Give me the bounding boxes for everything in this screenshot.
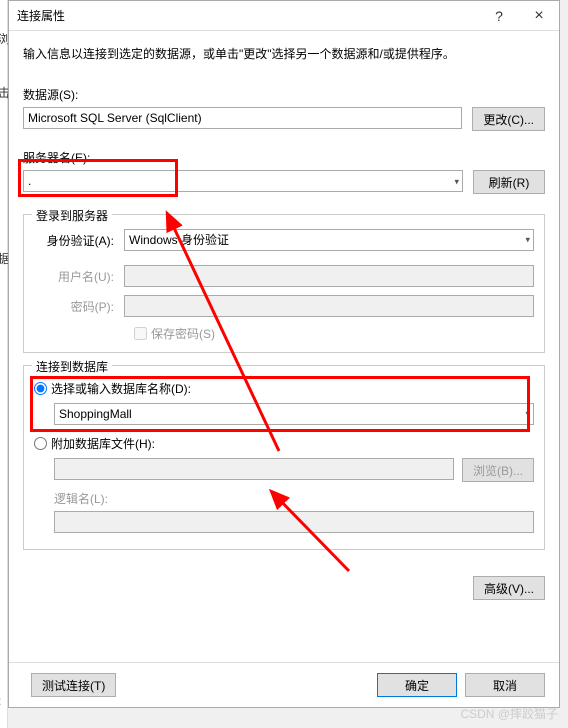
password-label: 密码(P): xyxy=(34,298,124,315)
database-name-combo[interactable] xyxy=(54,403,534,425)
help-button[interactable]: ? xyxy=(479,1,519,31)
database-legend: 连接到数据库 xyxy=(32,358,112,375)
titlebar: 连接属性 ? × xyxy=(9,1,559,31)
select-db-label: 选择或输入数据库名称(D): xyxy=(51,380,191,397)
auth-combo[interactable]: Windows 身份验证 xyxy=(124,229,534,251)
server-name-combo[interactable] xyxy=(23,170,463,192)
username-label: 用户名(U): xyxy=(34,268,124,285)
database-fieldset: 连接到数据库 选择或输入数据库名称(D): ▾ 附加数据库文件(H): 浏览(B… xyxy=(23,365,545,550)
watermark: CSDN @摔跤猫子 xyxy=(460,705,558,722)
select-db-radio[interactable] xyxy=(34,382,47,395)
connection-properties-dialog: 连接属性 ? × 输入信息以连接到选定的数据源，或单击"更改"选择另一个数据源和… xyxy=(8,0,560,708)
login-fieldset: 登录到服务器 身份验证(A): Windows 身份验证 ▾ 用户名(U): 密… xyxy=(23,214,545,353)
refresh-button[interactable]: 刷新(R) xyxy=(473,170,545,194)
advanced-button[interactable]: 高级(V)... xyxy=(473,576,545,600)
instruction-text: 输入信息以连接到选定的数据源，或单击"更改"选择另一个数据源和/或提供程序。 xyxy=(23,45,545,62)
datasource-label: 数据源(S): xyxy=(23,86,545,103)
server-label: 服务器名(E): xyxy=(23,149,545,166)
close-button[interactable]: × xyxy=(519,1,559,31)
background-edge: 浏 击 据 : xyxy=(0,0,8,728)
attach-db-label: 附加数据库文件(H): xyxy=(51,435,155,452)
password-input xyxy=(124,295,534,317)
change-button[interactable]: 更改(C)... xyxy=(472,107,545,131)
cancel-button[interactable]: 取消 xyxy=(465,673,545,697)
username-input xyxy=(124,265,534,287)
attach-file-input xyxy=(54,458,454,480)
logical-name-input xyxy=(54,511,534,533)
login-legend: 登录到服务器 xyxy=(32,207,112,224)
browse-button: 浏览(B)... xyxy=(462,458,534,482)
save-password-label: 保存密码(S) xyxy=(151,325,215,342)
dialog-title: 连接属性 xyxy=(17,7,479,24)
attach-db-radio[interactable] xyxy=(34,437,47,450)
logical-name-label: 逻辑名(L): xyxy=(54,492,108,506)
datasource-input xyxy=(23,107,462,129)
auth-label: 身份验证(A): xyxy=(34,232,124,249)
test-connection-button[interactable]: 测试连接(T) xyxy=(31,673,116,697)
dialog-footer: 测试连接(T) 确定 取消 xyxy=(9,662,559,707)
save-password-checkbox xyxy=(134,327,147,340)
ok-button[interactable]: 确定 xyxy=(377,673,457,697)
